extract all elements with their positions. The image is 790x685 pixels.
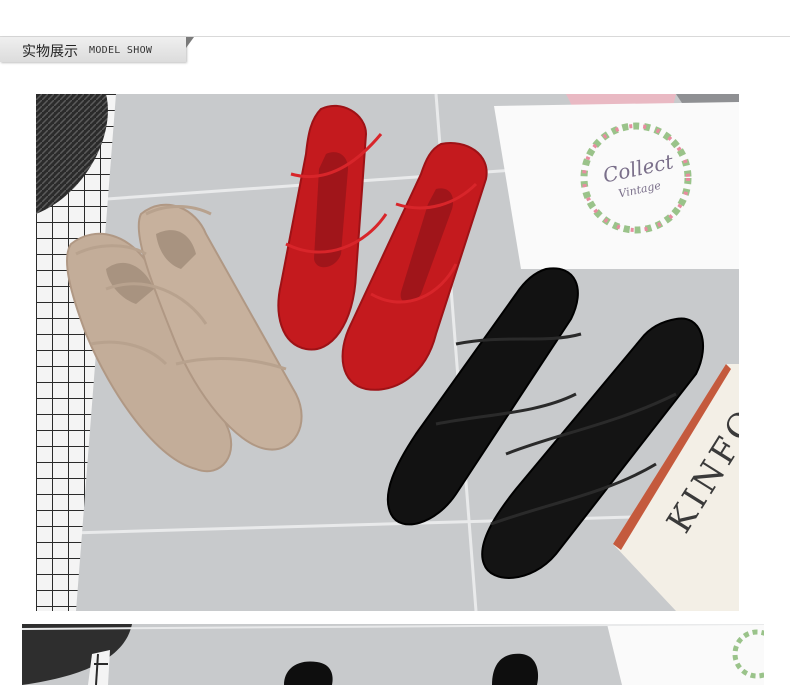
tab-fold-corner (186, 37, 194, 48)
product-photo-illustration: Collect Vintage KINFO (36, 94, 739, 611)
section-title-en: MODEL SHOW (89, 45, 153, 56)
section-header-tab: 实物展示 MODEL SHOW (0, 37, 186, 62)
product-photo-main: Collect Vintage KINFO (36, 94, 739, 611)
section-title-cn: 实物展示 (22, 44, 78, 60)
product-photo-second (22, 624, 764, 685)
product-photo-second-illustration (22, 624, 764, 685)
